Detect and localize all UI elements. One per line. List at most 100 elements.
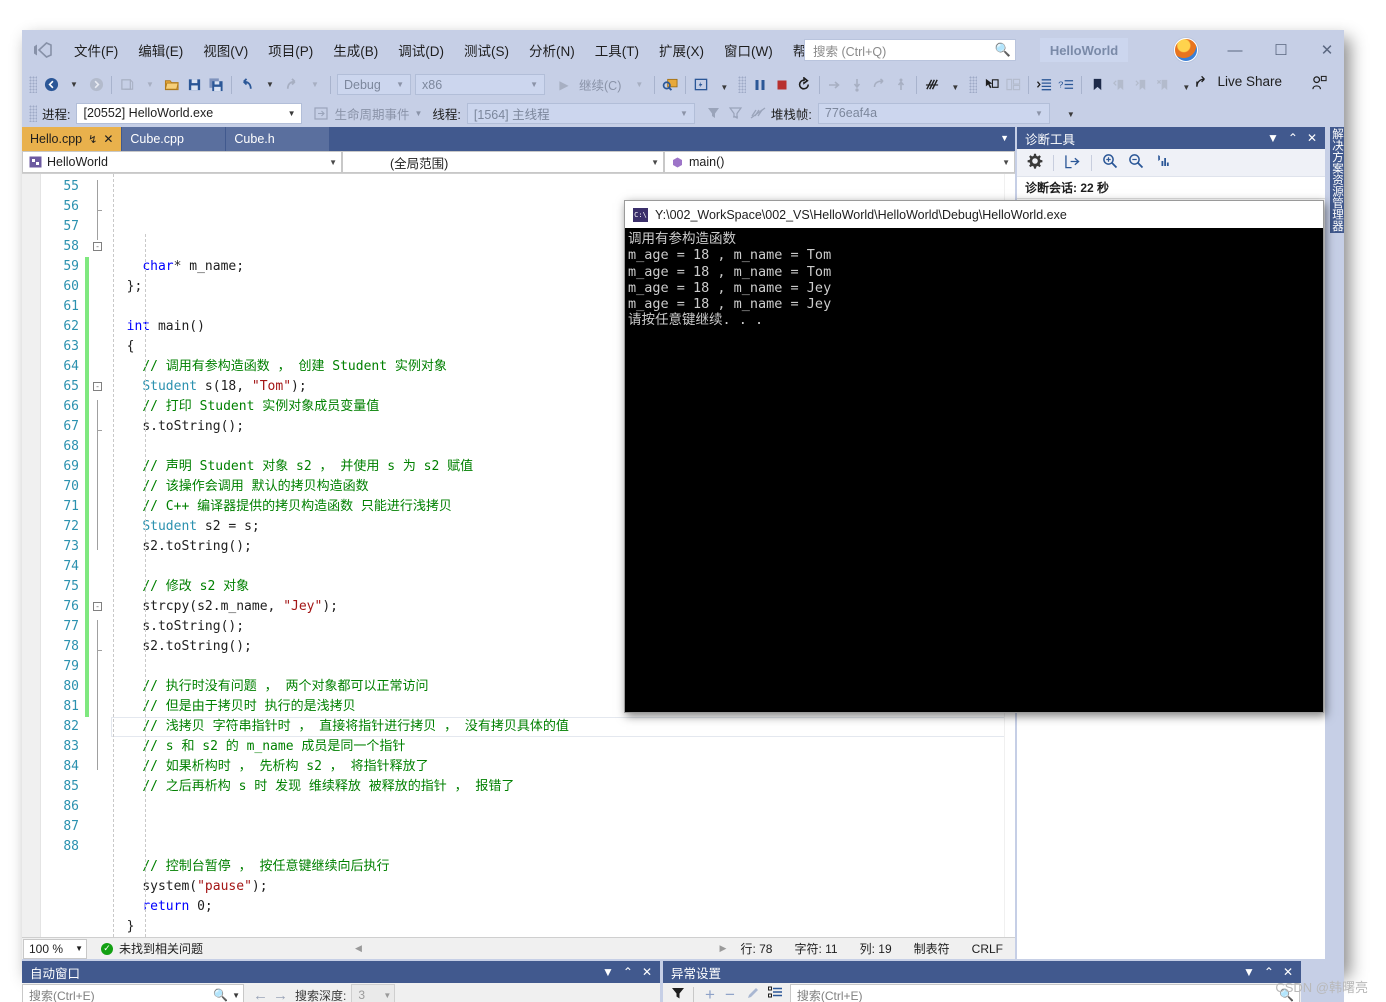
menu-item-window[interactable]: 窗口(W): [714, 36, 783, 64]
solution-configuration-combo[interactable]: Debug ▼: [337, 74, 411, 95]
code-line[interactable]: // 浅拷贝 字符串指针时 ， 直接将指针进行拷贝 ， 没有拷贝具体的值: [111, 717, 1015, 737]
search-icon[interactable]: 🔍: [211, 988, 230, 1002]
navbar-member-combo[interactable]: main() ▼: [664, 151, 1015, 173]
toolbar-grip-2[interactable]: [738, 76, 747, 93]
restart-debugging-button[interactable]: [793, 74, 815, 96]
panel-menu-icon[interactable]: ▼: [1243, 965, 1255, 979]
issues-prev-arrow-icon[interactable]: ◀: [355, 943, 362, 954]
console-title-bar[interactable]: C:\ Y:\002_WorkSpace\002_VS\HelloWorld\H…: [625, 201, 1323, 228]
outlining-collapse-box[interactable]: -: [93, 382, 102, 391]
code-line[interactable]: // 控制台暂停 ， 按任意键继续向后执行: [111, 857, 1015, 877]
solution-platform-combo[interactable]: x86 ▼: [415, 74, 545, 95]
chevron-down-icon[interactable]: ▼: [383, 991, 391, 1000]
toolbar-overflow-icon[interactable]: ▼: [1175, 77, 1197, 99]
indent-icon[interactable]: [1033, 74, 1055, 96]
code-line[interactable]: [111, 797, 1015, 817]
navbar-scope-combo[interactable]: (全局范围) ▼: [342, 151, 664, 173]
stackframe-combo[interactable]: 776eaf4a ▼: [817, 102, 1050, 124]
select-element-icon[interactable]: [980, 74, 1002, 96]
chevron-down-icon[interactable]: ▼: [676, 109, 692, 118]
pin-icon[interactable]: ↯: [88, 133, 97, 146]
add-collaborator-icon[interactable]: [1311, 75, 1328, 94]
solution-explorer-collapsed-tab[interactable]: 解决方案资源管理器: [1330, 127, 1344, 233]
code-line[interactable]: system("pause");: [111, 877, 1015, 897]
chevron-down-icon[interactable]: ▼: [75, 944, 83, 953]
filter-icon[interactable]: [663, 986, 693, 1002]
chevron-down-icon[interactable]: ▼: [1031, 109, 1047, 118]
menu-item-extensions[interactable]: 扩展(X): [649, 36, 714, 64]
attach-to-process-icon[interactable]: [659, 74, 681, 96]
bookmark-icon[interactable]: [1086, 74, 1108, 96]
hot-reload-dropdown-icon[interactable]: ▼: [713, 77, 735, 99]
chevron-down-icon[interactable]: ▼: [645, 158, 659, 167]
window-minimize-button[interactable]: —: [1212, 30, 1258, 70]
panel-menu-icon[interactable]: ▼: [1267, 131, 1279, 145]
zoom-out-icon[interactable]: [1128, 153, 1144, 172]
chevron-down-icon[interactable]: ▼: [323, 158, 337, 167]
chevron-down-icon[interactable]: ▼: [284, 109, 300, 118]
pin-icon[interactable]: ⌃: [1264, 965, 1274, 979]
zoom-level-combo[interactable]: 100 % ▼: [23, 938, 87, 959]
chevron-down-icon[interactable]: ▼: [230, 991, 240, 1000]
outlining-margin[interactable]: - - -: [89, 174, 111, 937]
navigate-backward-button[interactable]: [40, 74, 62, 96]
tab-overflow-icon[interactable]: ▼: [1000, 133, 1009, 143]
global-search-input[interactable]: 搜索 (Ctrl+Q) 🔍: [804, 39, 1016, 61]
breakpoint-margin[interactable]: [22, 174, 41, 937]
search-depth-combo[interactable]: 3 ▼: [351, 984, 396, 1002]
toolbar-grip-3[interactable]: [969, 76, 978, 93]
panel-menu-icon[interactable]: ▼: [602, 965, 614, 979]
edit-condition-icon[interactable]: [740, 986, 766, 1002]
chart-icon[interactable]: [1154, 153, 1170, 172]
close-icon[interactable]: ✕: [642, 965, 652, 979]
code-line[interactable]: // 之后再析构 s 时 发现 维续释放 被释放的指针 ， 报错了: [111, 777, 1015, 797]
exception-search-input[interactable]: 搜索(Ctrl+E) 🔍: [789, 984, 1300, 1002]
window-maximize-button[interactable]: ☐: [1258, 30, 1304, 70]
show-hide-diagnostics-icon[interactable]: [921, 74, 943, 96]
pin-icon[interactable]: ⌃: [623, 965, 633, 979]
process-combo[interactable]: [20552] HelloWorld.exe ▼: [76, 102, 303, 124]
outlining-collapse-box[interactable]: -: [93, 602, 102, 611]
add-exception-icon[interactable]: +: [700, 985, 720, 1002]
thread-combo[interactable]: [1564] 主线程 ▼: [466, 102, 695, 124]
code-line[interactable]: [111, 837, 1015, 857]
code-line[interactable]: [111, 817, 1015, 837]
tab-cube-h[interactable]: Cube.h: [226, 127, 331, 151]
menu-item-tools[interactable]: 工具(T): [585, 36, 649, 64]
chevron-down-icon[interactable]: ▼: [526, 80, 542, 89]
pin-icon[interactable]: ⌃: [1288, 131, 1298, 145]
menu-item-debug[interactable]: 调试(D): [388, 36, 454, 64]
menu-item-file[interactable]: 文件(F): [64, 36, 128, 64]
search-prev-icon[interactable]: ←: [244, 987, 273, 1002]
autos-search-input[interactable]: 搜索(Ctrl+E) 🔍 ▼: [22, 984, 244, 1002]
debug-toolbar-grip[interactable]: [29, 104, 37, 122]
comment-icon[interactable]: ?: [1055, 74, 1077, 96]
code-line[interactable]: // 如果析构时 ， 先析构 s2 ， 将指针释放了: [111, 757, 1015, 777]
gear-icon[interactable]: [1027, 153, 1043, 172]
chevron-down-icon[interactable]: ▼: [392, 80, 408, 89]
menu-item-build[interactable]: 生成(B): [323, 36, 388, 64]
undo-dropdown-icon[interactable]: ▼: [259, 74, 281, 96]
undo-button[interactable]: [236, 74, 258, 96]
stop-debugging-button[interactable]: [771, 74, 793, 96]
menu-item-view[interactable]: 视图(V): [193, 36, 258, 64]
expand-all-icon[interactable]: [766, 986, 790, 1002]
break-all-button[interactable]: [749, 74, 771, 96]
save-button[interactable]: [183, 74, 205, 96]
remove-exception-icon[interactable]: −: [720, 985, 740, 1002]
debug-toolbar-overflow-icon[interactable]: ▼: [1060, 105, 1082, 127]
chevron-down-icon[interactable]: ▼: [996, 158, 1010, 167]
zoom-in-icon[interactable]: [1102, 153, 1118, 172]
save-all-button[interactable]: [205, 74, 227, 96]
close-icon[interactable]: ✕: [103, 132, 113, 146]
menu-item-test[interactable]: 测试(S): [454, 36, 519, 64]
close-icon[interactable]: ✕: [1307, 131, 1317, 145]
hot-reload-icon[interactable]: [690, 74, 712, 96]
navbar-project-combo[interactable]: HelloWorld ▼: [22, 151, 342, 173]
code-line[interactable]: // s 和 s2 的 m_name 成员是同一个指针: [111, 737, 1015, 757]
console-window[interactable]: C:\ Y:\002_WorkSpace\002_VS\HelloWorld\H…: [624, 200, 1324, 713]
account-avatar[interactable]: [1174, 38, 1198, 62]
menu-item-edit[interactable]: 编辑(E): [128, 36, 193, 64]
menu-item-project[interactable]: 项目(P): [258, 36, 323, 64]
navigate-backward-dropdown-icon[interactable]: ▼: [63, 74, 85, 96]
